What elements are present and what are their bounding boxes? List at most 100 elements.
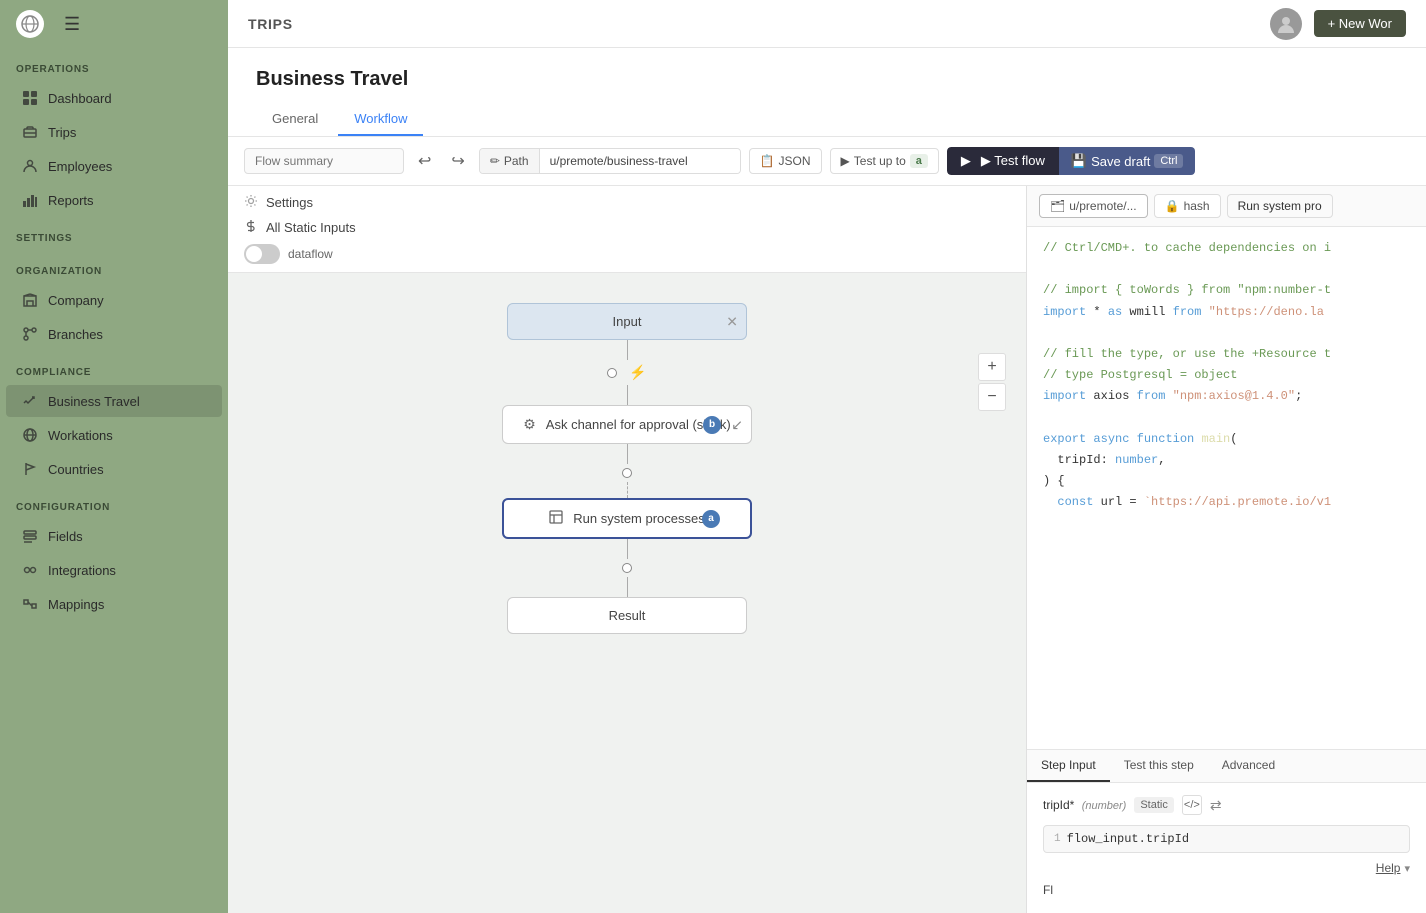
code-value-box[interactable]: 1 flow_input.tripId xyxy=(1043,825,1410,853)
sidebar-item-branches[interactable]: Branches xyxy=(6,318,222,350)
topbar: TRIPS + New Wor xyxy=(228,0,1426,48)
step-tab-test[interactable]: Test this step xyxy=(1110,750,1208,782)
main-content: TRIPS + New Wor Business Travel General … xyxy=(228,0,1426,913)
dashed-connector xyxy=(627,482,628,498)
section-operations: OPERATIONS xyxy=(0,48,228,81)
chart-icon xyxy=(22,192,38,208)
sidebar-item-mappings[interactable]: Mappings xyxy=(6,588,222,620)
sidebar-label-branches: Branches xyxy=(48,327,103,342)
sidebar-item-fields[interactable]: Fields xyxy=(6,520,222,552)
input-node[interactable]: Input ✕ xyxy=(507,303,747,340)
code-line-9 xyxy=(1043,409,1410,428)
input-node-close[interactable]: ✕ xyxy=(726,313,738,330)
step-panel: Step Input Test this step Advanced xyxy=(1027,749,1426,913)
json-icon: 📋 xyxy=(760,154,775,168)
sidebar-item-workations[interactable]: Workations xyxy=(6,419,222,451)
workflow-body: Settings All Static Inputs xyxy=(228,186,1426,913)
step-tabs: Step Input Test this step Advanced xyxy=(1027,750,1426,783)
code-line-8: import axios from "npm:axios@1.4.0"; xyxy=(1043,387,1410,406)
sidebar-logo xyxy=(16,10,44,38)
run-system-button[interactable]: Run system pro xyxy=(1227,194,1333,218)
code-line-2 xyxy=(1043,260,1410,279)
hamburger-icon[interactable]: ☰ xyxy=(64,14,80,35)
page-content: Business Travel General Workflow ↩ ↪ ✏ xyxy=(228,48,1426,913)
sidebar-item-trips[interactable]: Trips xyxy=(6,116,222,148)
toggle-wrap: dataflow xyxy=(244,244,1010,264)
code-line-1: // Ctrl/CMD+. to cache dependencies on i xyxy=(1043,239,1410,258)
code-line-3: // import { toWords } from "npm:number-t xyxy=(1043,281,1410,300)
json-button[interactable]: 📋 JSON xyxy=(749,148,822,174)
canvas-area[interactable]: Input ✕ ⚡ ⚙ xyxy=(228,273,1026,913)
briefcase-icon xyxy=(22,124,38,140)
connector-line-4 xyxy=(627,539,628,559)
chevron-down-icon[interactable]: ▾ xyxy=(1404,862,1410,875)
sidebar-label-reports: Reports xyxy=(48,193,94,208)
test-flow-button[interactable]: ▶ ▶ Test flow xyxy=(947,147,1059,175)
field-arrow: ⇄ xyxy=(1210,797,1222,814)
connector-dot-3[interactable] xyxy=(622,563,632,573)
settings-label: Settings xyxy=(266,195,313,210)
table-icon-2: 🗂 xyxy=(1050,199,1065,213)
zoom-controls: + − xyxy=(978,353,1006,411)
sidebar-label-fields: Fields xyxy=(48,529,83,544)
sidebar-item-business-travel[interactable]: Business Travel xyxy=(6,385,222,417)
code-area[interactable]: // Ctrl/CMD+. to cache dependencies on i… xyxy=(1027,227,1426,749)
all-static-row: All Static Inputs xyxy=(244,219,1010,236)
help-link[interactable]: Help xyxy=(1376,861,1401,875)
flow-container: Input ✕ ⚡ ⚙ xyxy=(248,293,1006,634)
sidebar-item-company[interactable]: Company xyxy=(6,284,222,316)
zoom-out-button[interactable]: − xyxy=(978,383,1006,411)
dataflow-toggle[interactable] xyxy=(244,244,280,264)
topbar-right: + New Wor xyxy=(1270,8,1406,40)
slack-cursor-icon: ↙ xyxy=(731,416,743,433)
code-line-5 xyxy=(1043,324,1410,343)
connector-line-5 xyxy=(627,577,628,597)
step-tab-input[interactable]: Step Input xyxy=(1027,750,1110,782)
code-toggle-icon[interactable]: </> xyxy=(1182,795,1202,815)
sidebar-item-integrations[interactable]: Integrations xyxy=(6,554,222,586)
new-workflow-button[interactable]: + New Wor xyxy=(1314,10,1406,37)
sidebar-item-countries[interactable]: Countries xyxy=(6,453,222,485)
redo-button[interactable]: ↪ xyxy=(445,147,470,175)
lock-icon: 🔒 xyxy=(1165,199,1180,213)
zoom-in-button[interactable]: + xyxy=(978,353,1006,381)
step-tab-advanced[interactable]: Advanced xyxy=(1208,750,1289,782)
flow-summary-input[interactable] xyxy=(244,148,404,174)
person-icon xyxy=(22,158,38,174)
test-save-group: ▶ ▶ Test flow 💾 Save draft Ctrl xyxy=(947,147,1196,175)
result-node[interactable]: Result xyxy=(507,597,747,634)
code-tab-path[interactable]: 🗂 u/premote/... xyxy=(1039,194,1148,218)
code-panel: 🗂 u/premote/... 🔒 hash Run system pro //… xyxy=(1026,186,1426,913)
play-icon: ▶ xyxy=(841,154,850,168)
slack-node[interactable]: ⚙ Ask channel for approval (slack) b ↙ xyxy=(502,405,752,444)
sidebar-label-business-travel: Business Travel xyxy=(48,394,140,409)
field-label-tripid: tripId* (number) xyxy=(1043,798,1126,812)
test-up-button[interactable]: ▶ Test up to a xyxy=(830,148,939,174)
connector-dot-1[interactable] xyxy=(607,368,617,378)
canvas-settings: Settings All Static Inputs xyxy=(228,186,1026,273)
save-draft-button[interactable]: 💾 Save draft Ctrl xyxy=(1059,147,1196,175)
section-settings: SETTINGS xyxy=(0,217,228,250)
avatar[interactable] xyxy=(1270,8,1302,40)
system-node[interactable]: Run system processes a xyxy=(502,498,752,539)
sidebar-header: ☰ xyxy=(0,0,228,48)
undo-button[interactable]: ↩ xyxy=(412,147,437,175)
building-icon xyxy=(22,292,38,308)
connector-dot-2[interactable] xyxy=(622,468,632,478)
sidebar-item-dashboard[interactable]: Dashboard xyxy=(6,82,222,114)
workflow-area: ↩ ↪ ✏ Path 📋 JSON ▶ Test up to a xyxy=(228,137,1426,913)
code-line-11: tripId: number, xyxy=(1043,451,1410,470)
all-static-label: All Static Inputs xyxy=(266,220,356,235)
code-tab-hash[interactable]: 🔒 hash xyxy=(1154,194,1221,218)
sidebar-item-employees[interactable]: Employees xyxy=(6,150,222,182)
tab-workflow[interactable]: Workflow xyxy=(338,103,423,136)
code-value: flow_input.tripId xyxy=(1067,832,1189,846)
field-static-badge: Static xyxy=(1134,797,1174,813)
sidebar-item-reports[interactable]: Reports xyxy=(6,184,222,216)
system-node-label: Run system processes xyxy=(573,511,705,526)
grid-icon xyxy=(22,90,38,106)
code-line-10: export async function main( xyxy=(1043,430,1410,449)
path-input[interactable] xyxy=(540,149,740,173)
path-label-button[interactable]: ✏ Path xyxy=(480,149,540,173)
tab-general[interactable]: General xyxy=(256,103,334,136)
